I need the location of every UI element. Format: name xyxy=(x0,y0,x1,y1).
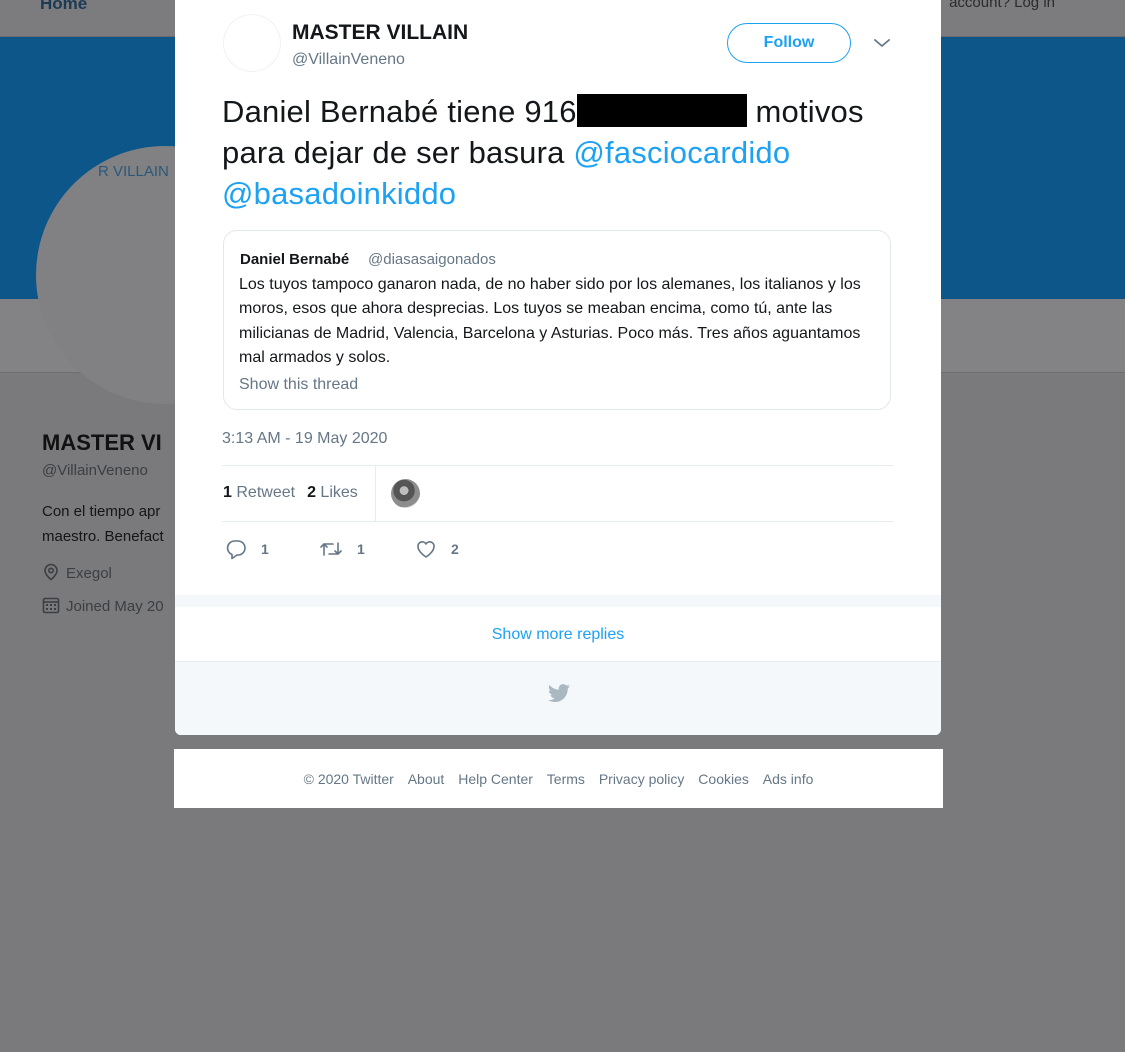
like-label: Likes xyxy=(320,484,358,501)
profile-joined-text: Joined May 20 xyxy=(66,598,164,615)
profile-bio-line: Con el tiempo apr xyxy=(42,503,161,520)
twitter-bird-icon xyxy=(548,684,570,703)
section-gap xyxy=(175,595,941,607)
footer-link-help-center[interactable]: Help Center xyxy=(458,771,533,787)
reply-icon xyxy=(226,540,246,560)
site-footer: © 2020 Twitter About Help Center Terms P… xyxy=(174,749,943,808)
redaction-box xyxy=(576,94,747,127)
tweet-stats: 1 Retweet 2 Likes xyxy=(223,484,358,502)
footer-copyright: © 2020 Twitter xyxy=(303,771,394,787)
profile-location-text: Exegol xyxy=(66,565,112,582)
location-icon xyxy=(44,563,58,581)
retweet-action-count: 1 xyxy=(357,541,365,557)
tweet-timestamp[interactable]: 3:13 AM - 19 May 2020 xyxy=(222,430,387,448)
retweets-stat[interactable]: 1 Retweet xyxy=(223,484,295,501)
mention-link[interactable]: @fasciocardido xyxy=(573,135,790,170)
quoted-text: Los tuyos tampoco ganaron nada, de no ha… xyxy=(239,276,861,367)
like-count: 2 xyxy=(307,484,316,501)
retweet-label: Retweet xyxy=(236,484,296,501)
mention-link[interactable]: @basadoinkiddo xyxy=(222,176,456,211)
divider xyxy=(222,465,894,466)
nav-home-link[interactable]: Home xyxy=(40,0,87,14)
nav-login-link[interactable]: account? Log in xyxy=(949,0,1055,11)
reply-action[interactable]: 1 xyxy=(225,536,269,562)
footer-link-terms[interactable]: Terms xyxy=(547,771,585,787)
quoted-tweet[interactable]: Daniel Bernabé @diasasaigonados Los tuyo… xyxy=(223,230,891,410)
show-thread-link[interactable]: Show this thread xyxy=(239,376,358,394)
quoted-author-name: Daniel Bernabé xyxy=(240,251,350,268)
footer-link-cookies[interactable]: Cookies xyxy=(698,771,749,787)
author-name[interactable]: MASTER VILLAIN xyxy=(292,21,468,45)
show-more-replies-button[interactable]: Show more replies xyxy=(175,607,941,662)
author-avatar[interactable] xyxy=(223,14,281,72)
chevron-down-icon[interactable] xyxy=(873,36,891,50)
tweet-text: Daniel Bernabé tiene 916 motivos para de… xyxy=(222,91,912,214)
follow-button[interactable]: Follow xyxy=(727,23,851,63)
retweet-icon xyxy=(320,542,342,556)
calendar-icon xyxy=(42,597,60,614)
modal-footer xyxy=(175,662,941,735)
like-action[interactable]: 2 xyxy=(415,536,459,562)
reply-count: 1 xyxy=(261,541,269,557)
profile-name: MASTER VI xyxy=(42,430,162,455)
profile-location: Exegol xyxy=(42,563,112,582)
stats-separator xyxy=(375,466,376,521)
like-action-count: 2 xyxy=(451,541,459,557)
divider xyxy=(222,521,894,522)
tweet-text-part: Daniel Bernabé tiene 916 xyxy=(222,94,577,129)
likes-stat[interactable]: 2 Likes xyxy=(307,484,358,501)
retweet-count: 1 xyxy=(223,484,232,501)
profile-joined: Joined May 20 xyxy=(42,596,164,615)
quoted-author-handle: @diasasaigonados xyxy=(368,251,496,268)
profile-handle: @VillainVeneno xyxy=(42,462,148,479)
footer-link-ads-info[interactable]: Ads info xyxy=(763,771,814,787)
liker-avatar[interactable] xyxy=(391,479,420,508)
profile-bio-line: maestro. Benefact xyxy=(42,528,164,545)
author-handle[interactable]: @VillainVeneno xyxy=(292,51,405,69)
avatar-text: R VILLAIN xyxy=(98,163,169,180)
profile-bio: Con el tiempo apr maestro. Benefact xyxy=(42,499,182,549)
heart-icon xyxy=(417,541,435,558)
footer-link-about[interactable]: About xyxy=(408,771,445,787)
retweet-action[interactable]: 1 xyxy=(319,536,365,562)
footer-link-privacy-policy[interactable]: Privacy policy xyxy=(599,771,685,787)
tweet-modal: MASTER VILLAIN @VillainVeneno Follow Dan… xyxy=(175,0,941,735)
